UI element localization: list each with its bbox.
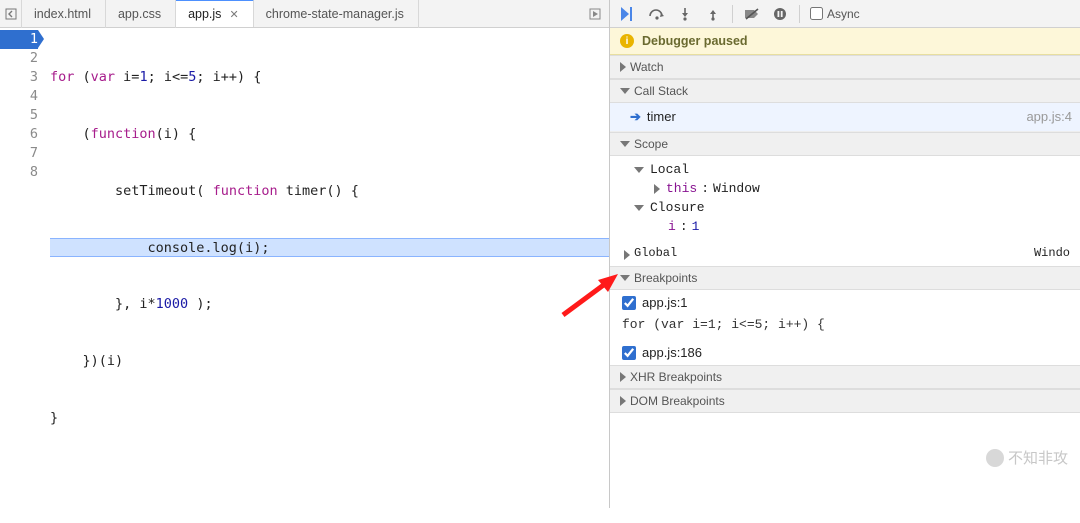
toolbar-separator [799,5,800,23]
section-watch[interactable]: Watch [610,55,1080,79]
line-number[interactable]: 6 [0,125,38,144]
tab-label: app.css [118,7,161,21]
resume-button[interactable] [616,3,642,25]
scope-label: Closure [650,200,705,215]
close-icon[interactable]: ✕ [229,8,238,21]
pause-on-exceptions-button[interactable] [767,3,793,25]
code-row: setTimeout( function timer() { [50,182,609,201]
tab-index-html[interactable]: index.html [22,0,106,28]
chevron-down-icon [620,275,630,281]
frame-name: timer [647,109,676,125]
breakpoint-checkbox[interactable] [622,346,636,360]
editor-tabbar: index.html app.css app.js ✕ chrome-state-… [0,0,609,28]
breakpoint-code: for (var i=1; i<=5; i++) { [610,315,1080,340]
code-row: for (var i=1; i<=5; i++) { [50,68,609,87]
line-number[interactable]: 7 [0,144,38,163]
paused-message: Debugger paused [642,34,748,48]
code-editor[interactable]: 1 2 3 4 5 6 7 8 for (var i=1; i<=5; i++)… [0,28,609,523]
chevron-right-icon [620,372,626,382]
scope-label: Local [650,162,689,177]
code-row: } [50,409,609,428]
line-number[interactable]: 2 [0,49,38,68]
chevron-right-icon [624,250,630,260]
section-title: Watch [630,60,664,74]
prop-value: 1 [692,219,700,234]
prop-value: Window [713,181,760,196]
line-number[interactable]: 4 [0,87,38,106]
callstack-frame[interactable]: ➔ timer app.js:4 [610,103,1080,132]
chevron-down-icon [634,205,644,211]
section-xhr-breakpoints[interactable]: XHR Breakpoints [610,365,1080,389]
tab-app-js[interactable]: app.js ✕ [176,0,254,27]
code-row: }, i*1000 ); [50,295,609,314]
section-title: XHR Breakpoints [630,370,722,384]
nav-back-icon[interactable] [0,0,22,28]
section-title: Scope [634,137,668,151]
code-row: (function(i) { [50,125,609,144]
line-gutter: 1 2 3 4 5 6 7 8 [0,28,44,523]
watermark-text: 不知非攻 [1008,447,1068,468]
deactivate-breakpoints-button[interactable] [739,3,765,25]
section-title: Call Stack [634,84,688,98]
chevron-down-icon [620,141,630,147]
section-breakpoints[interactable]: Breakpoints [610,266,1080,290]
section-dom-breakpoints[interactable]: DOM Breakpoints [610,389,1080,413]
breakpoint-label: app.js:186 [642,345,702,360]
tab-label: chrome-state-manager.js [266,7,404,21]
breakpoint-item[interactable]: app.js:1 [610,290,1080,315]
step-into-button[interactable] [672,3,698,25]
breakpoint-item[interactable]: app.js:186 [610,340,1080,365]
scope-closure-var[interactable]: i: 1 [620,217,1080,236]
toolbar-separator [732,5,733,23]
async-toggle[interactable]: Async [810,7,860,21]
line-number[interactable]: 5 [0,106,38,125]
prop-key: this [666,181,697,196]
code-row: })(i) [50,352,609,371]
scope-body: Local this: Window Closure i: 1 [610,156,1080,242]
code-row-current: console.log(i); [50,238,609,257]
run-snippet-icon[interactable] [587,8,609,20]
scope-label: Global [634,246,677,260]
chevron-right-icon [620,396,626,406]
prop-key: i [668,219,676,234]
section-scope[interactable]: Scope [610,132,1080,156]
warning-icon: i [620,34,634,48]
section-title: DOM Breakpoints [630,394,725,408]
line-number[interactable]: 8 [0,163,38,182]
step-over-button[interactable] [644,3,670,25]
step-out-button[interactable] [700,3,726,25]
chevron-down-icon [634,167,644,173]
code-row [50,466,609,485]
async-label: Async [827,7,860,21]
async-checkbox[interactable] [810,7,823,20]
scope-local[interactable]: Local [620,160,1080,179]
line-number[interactable]: 1 [0,30,38,49]
debugger-pane: Async i Debugger paused Watch Call Stack… [610,0,1080,508]
breakpoint-checkbox[interactable] [622,296,636,310]
scope-global[interactable]: Global Windo [610,242,1080,266]
line-number[interactable]: 3 [0,68,38,87]
tab-label: app.js [188,7,221,21]
current-frame-icon: ➔ [630,109,641,125]
chevron-right-icon [620,62,626,72]
scope-local-this[interactable]: this: Window [620,179,1080,198]
chevron-right-icon [654,184,660,194]
tab-label: index.html [34,7,91,21]
editor-pane: index.html app.css app.js ✕ chrome-state-… [0,0,610,508]
chevron-down-icon [620,88,630,94]
section-title: Breakpoints [634,271,697,285]
debugger-paused-banner: i Debugger paused [610,28,1080,55]
tab-app-css[interactable]: app.css [106,0,176,28]
scope-global-value: Windo [1034,246,1070,260]
wechat-icon [986,449,1004,467]
section-callstack[interactable]: Call Stack [610,79,1080,103]
tab-chrome-state-manager[interactable]: chrome-state-manager.js [254,0,419,28]
code-lines[interactable]: for (var i=1; i<=5; i++) { (function(i) … [44,28,609,523]
breakpoint-label: app.js:1 [642,295,688,310]
debugger-toolbar: Async [610,0,1080,28]
scope-closure[interactable]: Closure [620,198,1080,217]
frame-location: app.js:4 [1026,109,1072,125]
watermark: 不知非攻 [986,447,1068,468]
